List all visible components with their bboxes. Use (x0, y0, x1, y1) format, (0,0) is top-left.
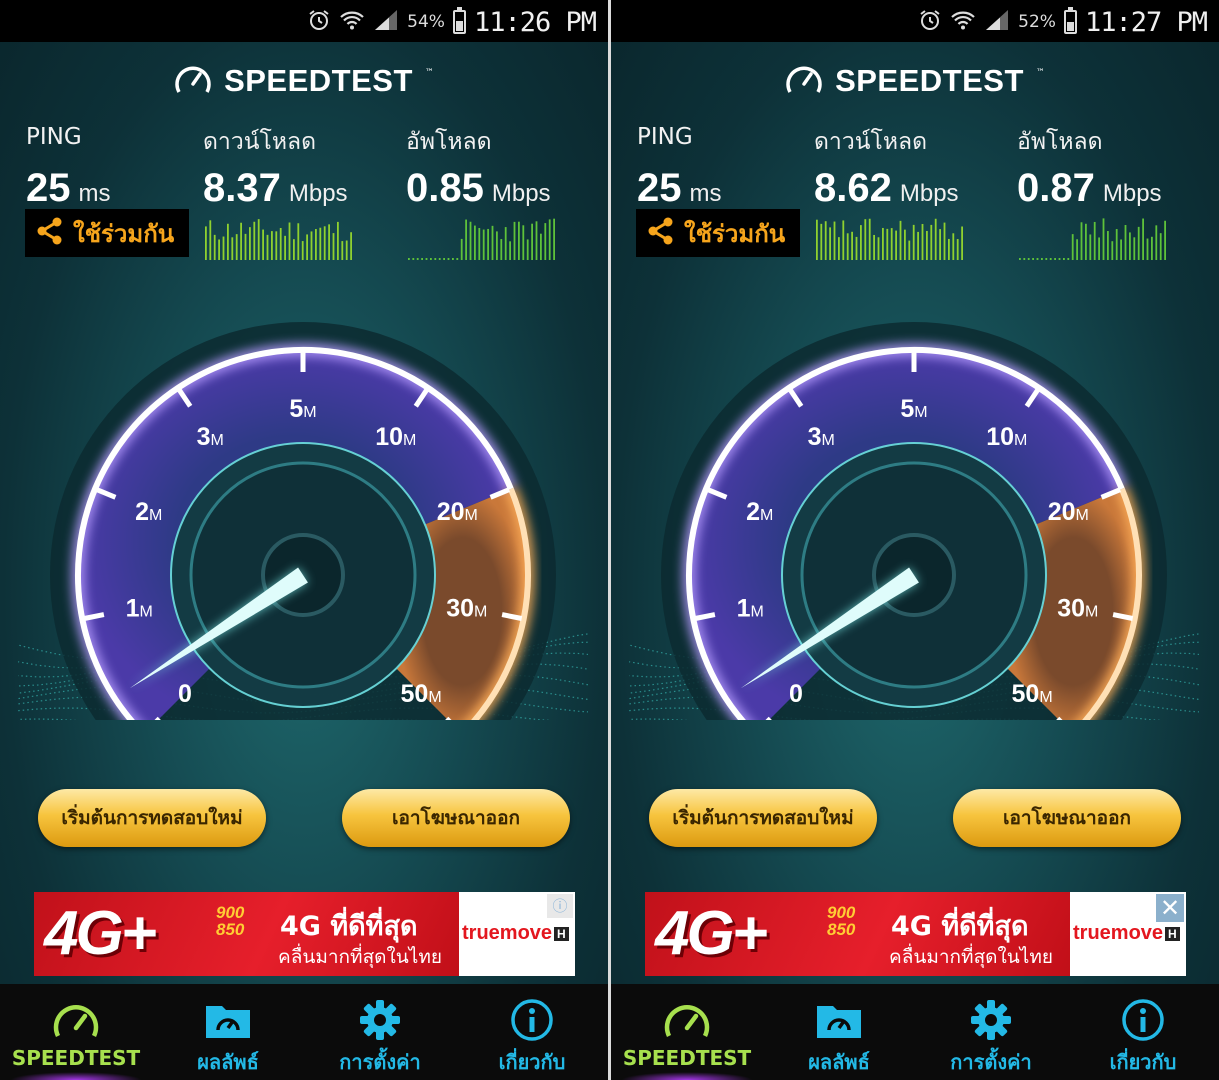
upload-value: 0.87 Mbps (1017, 166, 1162, 210)
ad-4g-logo: 4G+ (44, 899, 157, 968)
upload-label: อัพโหลด (406, 129, 492, 155)
status-bar: 52% 11:27 PM (611, 0, 1219, 42)
upload-graph (1019, 218, 1166, 260)
battery-icon (452, 7, 466, 34)
gear-icon (969, 998, 1013, 1042)
ad-banner[interactable]: 4G+ 900 850 4G ที่ดีที่สุด คลื่นมากที่สุด… (34, 892, 575, 976)
upload-graph (408, 218, 555, 260)
ad-close-icon[interactable]: ✕ (1156, 894, 1184, 922)
wifi-icon (950, 8, 976, 36)
ping-label: PING (637, 124, 693, 150)
download-graph (816, 218, 963, 260)
nav-item-speedtest[interactable]: SPEEDTEST (611, 984, 763, 1080)
speedometer-icon (52, 998, 100, 1042)
nav-item-results[interactable]: ผลลัพธ์ (763, 984, 915, 1080)
gear-icon (358, 998, 402, 1042)
nav-label-settings: การตั้งค่า (339, 1050, 421, 1074)
ad-band-numbers: 900 850 (827, 903, 856, 939)
upload-value: 0.85 Mbps (406, 166, 551, 210)
alarm-icon (307, 8, 331, 36)
battery-percent: 52% (1018, 12, 1056, 32)
gauge-label: 0 (789, 680, 803, 708)
ad-brand: truemove H (1073, 922, 1180, 945)
status-time: 11:27 PM (1084, 6, 1208, 38)
ad-subline: คลื่นมากที่สุดในไทย (278, 946, 442, 968)
phone-screen-left: 54% 11:26 PM SPEEDTEST ™ PING ดาวน์โหลด อ… (0, 0, 608, 1080)
nav-label-settings: การตั้งค่า (950, 1050, 1032, 1074)
share-label: ใช้ร่วมกัน (73, 219, 175, 248)
speed-gauge: 01M2M3M5M10M20M30M50M (629, 322, 1199, 720)
speedometer-logo-icon (174, 62, 212, 100)
ad-band-numbers: 900 850 (216, 903, 245, 939)
signal-icon (984, 8, 1010, 36)
nav-label-results: ผลลัพธ์ (197, 1050, 259, 1074)
alarm-icon (918, 8, 942, 36)
nav-item-about[interactable]: เกี่ยวกับ (456, 984, 608, 1080)
status-bar: 54% 11:26 PM (0, 0, 608, 42)
share-label: ใช้ร่วมกัน (684, 219, 786, 248)
nav-item-speedtest[interactable]: SPEEDTEST (0, 984, 152, 1080)
battery-percent: 54% (407, 12, 445, 32)
share-button[interactable]: ใช้ร่วมกัน (25, 209, 189, 257)
ad-info-icon[interactable]: ⓘ (547, 894, 573, 918)
ad-4g-logo: 4G+ (655, 899, 768, 968)
phone-screen-right: 52% 11:27 PM SPEEDTEST ™ PING ดาวน์โหลด อ… (611, 0, 1219, 1080)
ad-subline: คลื่นมากที่สุดในไทย (889, 946, 1053, 968)
nav-item-results[interactable]: ผลลัพธ์ (152, 984, 304, 1080)
info-icon (510, 998, 554, 1042)
speed-gauge: 01M2M3M5M10M20M30M50M (18, 322, 588, 720)
remove-ads-button[interactable]: เอาโฆษณาออก (342, 789, 570, 847)
battery-icon (1063, 7, 1077, 34)
ad-banner[interactable]: 4G+ 900 850 4G ที่ดีที่สุด คลื่นมากที่สุด… (645, 892, 1186, 976)
remove-ads-button[interactable]: เอาโฆษณาออก (953, 789, 1181, 847)
ad-brand: truemove H (462, 922, 569, 945)
ping-value: 25 ms (637, 166, 722, 210)
nav-item-about[interactable]: เกี่ยวกับ (1067, 984, 1219, 1080)
logo-text: SPEEDTEST (835, 63, 1024, 98)
ad-headline: 4G ที่ดีที่สุด (280, 911, 418, 942)
nav-item-settings[interactable]: การตั้งค่า (915, 984, 1067, 1080)
download-value: 8.37 Mbps (203, 166, 348, 210)
share-icon (37, 217, 63, 249)
speedometer-icon (663, 998, 711, 1042)
download-graph (205, 219, 352, 260)
nav-label-speedtest: SPEEDTEST (11, 1046, 141, 1070)
speedtest-logo: SPEEDTEST ™ (611, 62, 1219, 100)
nav-label-speedtest: SPEEDTEST (622, 1046, 752, 1070)
speedometer-logo-icon (785, 62, 823, 100)
bottom-nav: SPEEDTEST ผลลัพธ์ การตั้งค่า เกี่ยวกับ (611, 984, 1219, 1080)
share-icon (648, 217, 674, 249)
share-button[interactable]: ใช้ร่วมกัน (636, 209, 800, 257)
results-folder-icon (815, 998, 863, 1042)
download-value: 8.62 Mbps (814, 166, 959, 210)
bottom-nav: SPEEDTEST ผลลัพธ์ การตั้งค่า เกี่ยวกับ (0, 984, 608, 1080)
status-time: 11:26 PM (473, 6, 597, 38)
wifi-icon (339, 8, 365, 36)
nav-label-results: ผลลัพธ์ (808, 1050, 870, 1074)
nav-label-about: เกี่ยวกับ (1109, 1050, 1177, 1074)
speedtest-logo: SPEEDTEST ™ (0, 62, 608, 100)
download-label: ดาวน์โหลด (814, 129, 928, 155)
download-label: ดาวน์โหลด (203, 129, 317, 155)
nav-label-about: เกี่ยวกับ (498, 1050, 566, 1074)
logo-text: SPEEDTEST (224, 63, 413, 98)
results-folder-icon (204, 998, 252, 1042)
upload-label: อัพโหลด (1017, 129, 1103, 155)
info-icon (1121, 998, 1165, 1042)
ping-value: 25 ms (26, 166, 111, 210)
restart-test-button[interactable]: เริ่มต้นการทดสอบใหม่ (38, 789, 266, 847)
nav-item-settings[interactable]: การตั้งค่า (304, 984, 456, 1080)
ping-label: PING (26, 124, 82, 150)
restart-test-button[interactable]: เริ่มต้นการทดสอบใหม่ (649, 789, 877, 847)
signal-icon (373, 8, 399, 36)
gauge-label: 0 (178, 680, 192, 708)
ad-headline: 4G ที่ดีที่สุด (891, 911, 1029, 942)
